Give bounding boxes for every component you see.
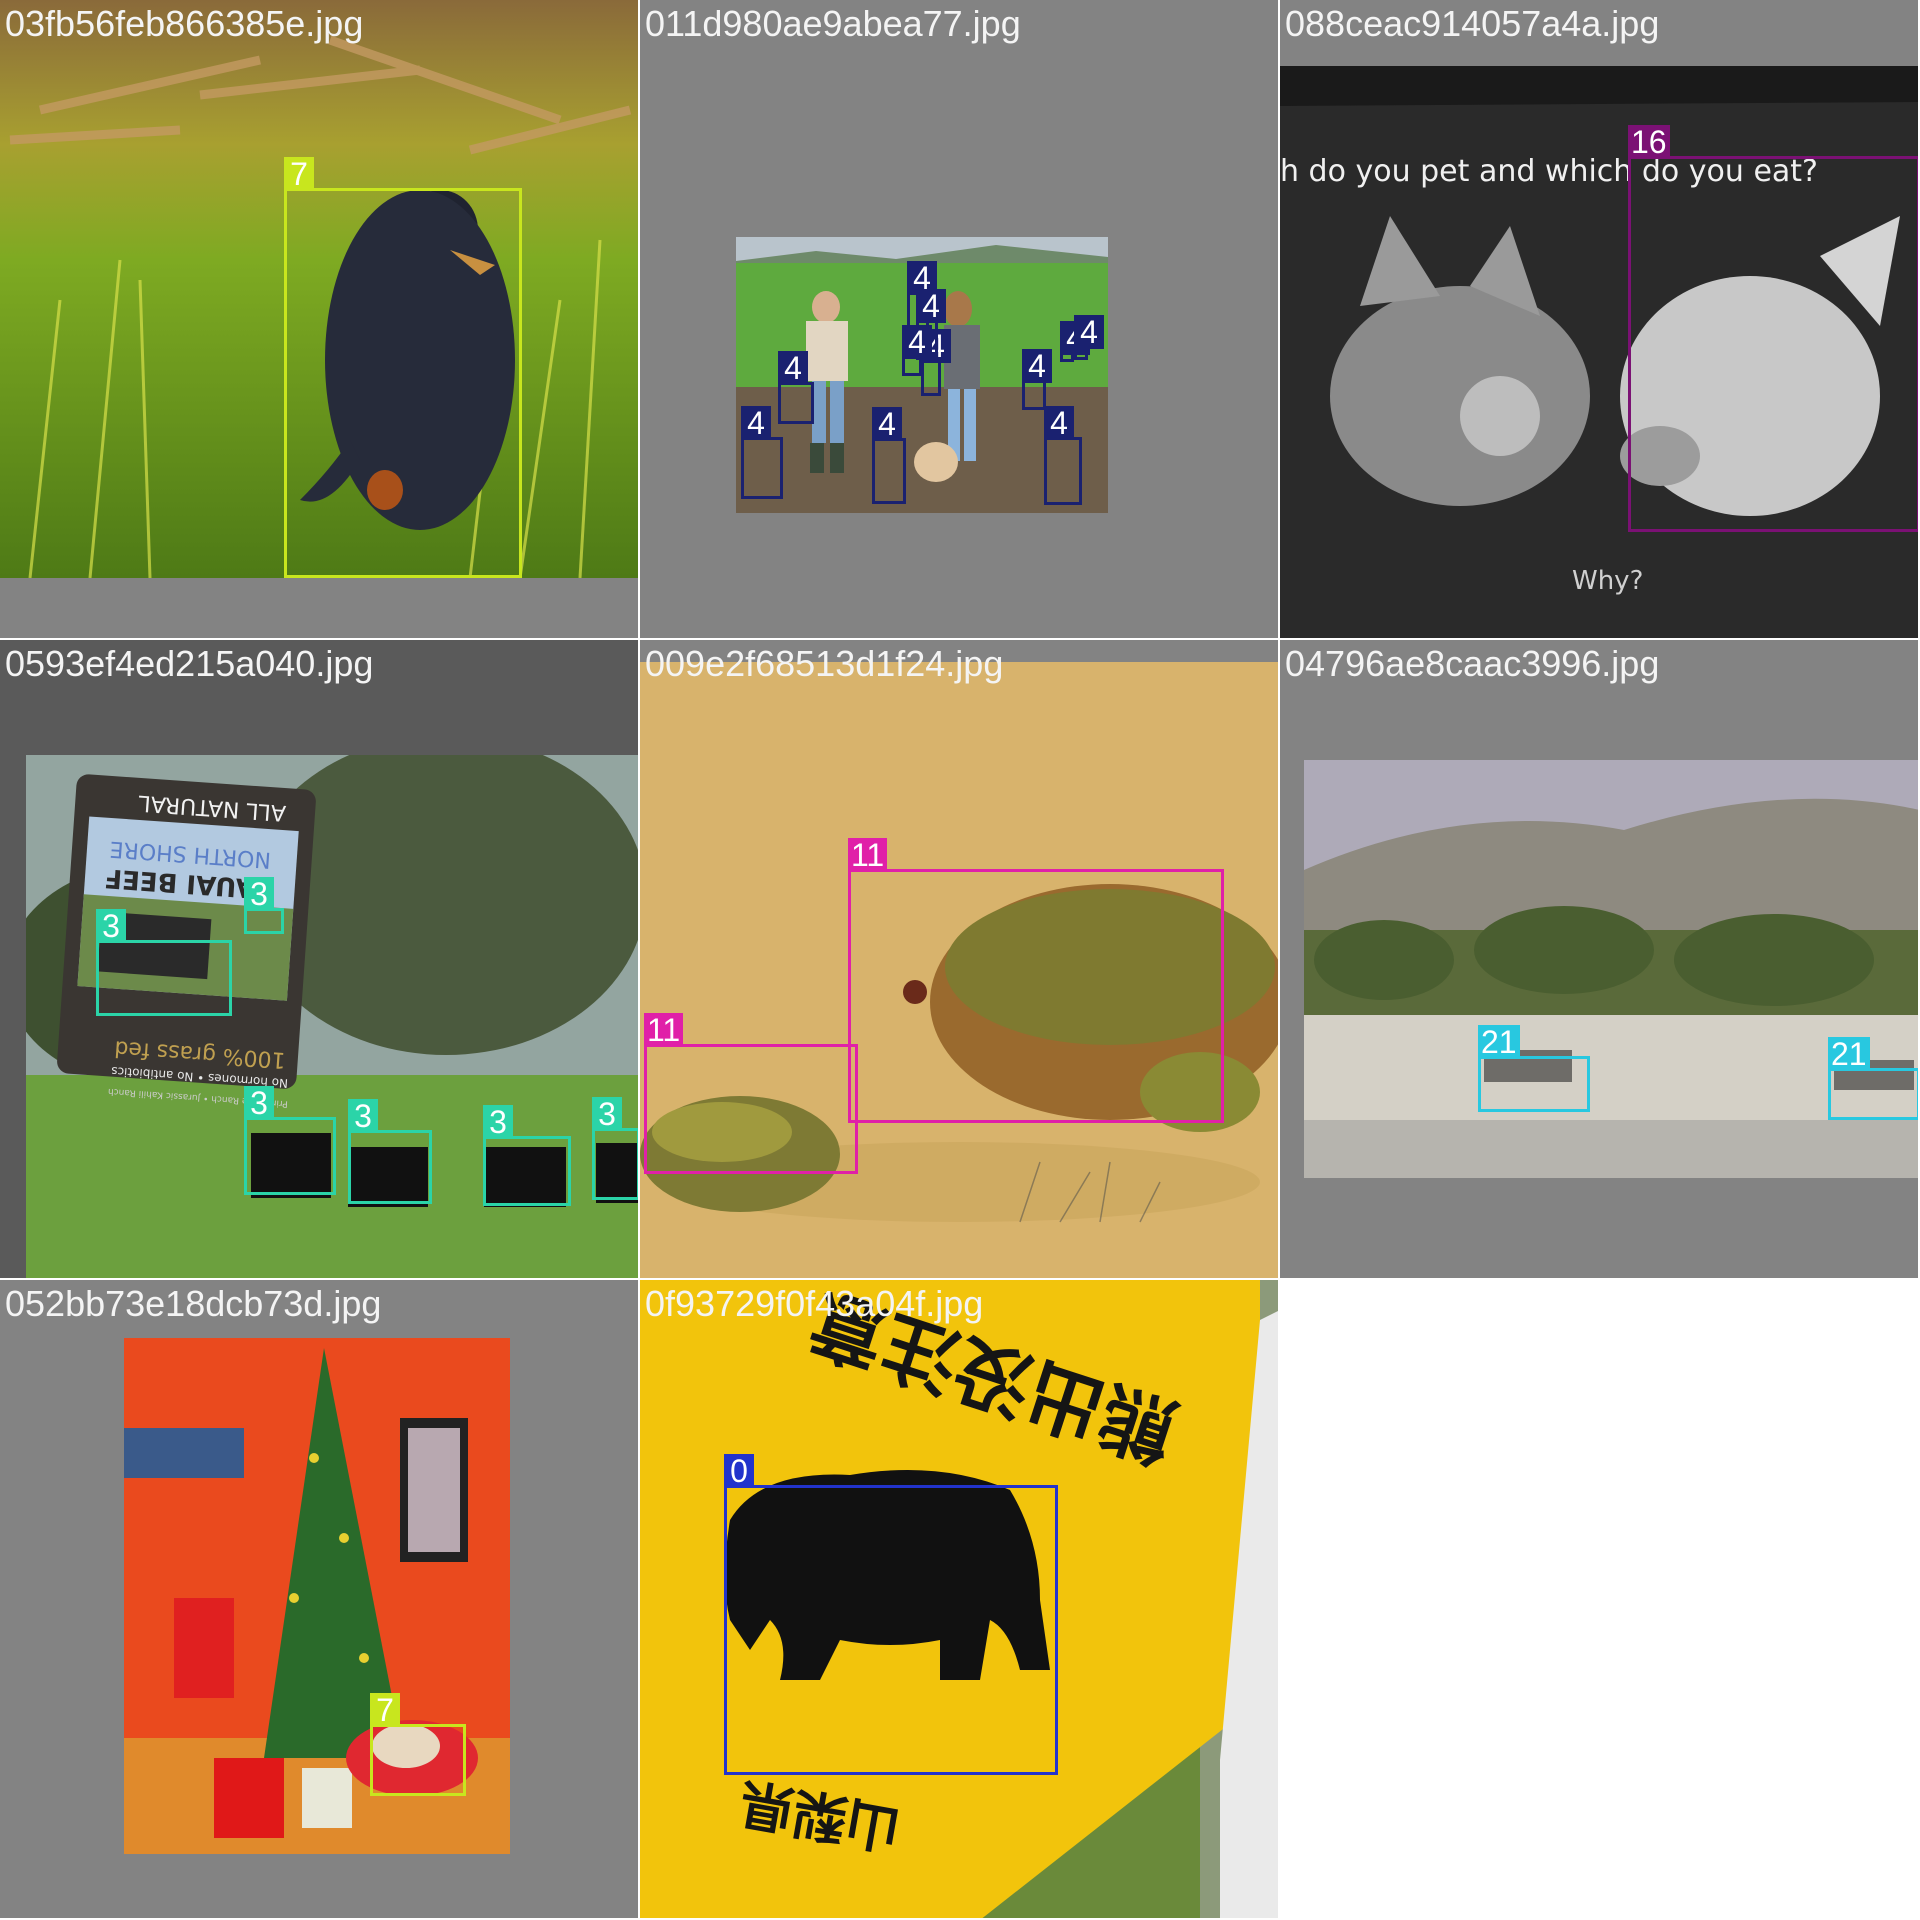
- tile-filename: 0f93729f0f43a04f.jpg: [645, 1283, 984, 1324]
- bounding-box: 4: [778, 351, 814, 424]
- box-label: 3: [244, 1086, 274, 1120]
- box-label: 4: [902, 325, 932, 359]
- bounding-box: 3: [592, 1097, 638, 1200]
- box-label: 4: [872, 407, 902, 441]
- bounding-box: 3: [244, 1086, 336, 1195]
- bounding-box: 7: [284, 157, 522, 578]
- tile-filename: 009e2f68513d1f24.jpg: [645, 643, 1004, 684]
- tile-filename: 011d980ae9abea77.jpg: [645, 3, 1021, 44]
- tile-empty: [1280, 1280, 1920, 1920]
- tile-cat-and-pig-poster: h do you pet and which do you eat? Why? …: [1280, 0, 1920, 640]
- box-label: 7: [370, 1693, 400, 1727]
- bounding-box: 3: [244, 877, 284, 934]
- box-label: 4: [778, 351, 808, 385]
- tile-filename: 03fb56feb866385e.jpg: [5, 3, 364, 44]
- bounding-box: 4: [872, 407, 906, 504]
- box-label: 7: [284, 157, 314, 191]
- box-label: 4: [741, 406, 771, 440]
- tile-filename: 0593ef4ed215a040.jpg: [5, 643, 374, 684]
- box-label: 21: [1828, 1037, 1870, 1071]
- tile-frog-illustration: 11 11 009e2f68513d1f24.jpg: [640, 640, 1280, 1280]
- box-label: 16: [1628, 125, 1670, 159]
- bounding-box: 21: [1828, 1037, 1918, 1120]
- box-label: 11: [848, 838, 888, 872]
- tile-christmas-tree-dog: 7 052bb73e18dcb73d.jpg: [0, 1280, 640, 1920]
- bounding-box: 3: [96, 909, 232, 1016]
- tile-bear-warning-sign: 熊出没注意 山梨県 0 0f93729f0f43a04f.jpg: [640, 1280, 1280, 1920]
- tile-filename: 088ceac914057a4a.jpg: [1285, 3, 1660, 44]
- box-label: 3: [96, 909, 126, 943]
- bounding-box: 11: [644, 1013, 858, 1174]
- bounding-box: 4: [1074, 315, 1104, 360]
- bounding-box: 4: [921, 329, 951, 396]
- bounding-box: 4: [902, 325, 932, 376]
- bounding-box: 4: [1022, 349, 1052, 410]
- tile-zebras-savanna: 21 21 04796ae8caac3996.jpg: [1280, 640, 1920, 1280]
- bounding-box: 3: [483, 1105, 571, 1206]
- box-label: 4: [1074, 315, 1104, 349]
- box-label: 3: [348, 1099, 378, 1133]
- box-label: 4: [1022, 349, 1052, 383]
- bounding-box: 0: [724, 1454, 1058, 1775]
- box-label: 21: [1478, 1025, 1520, 1059]
- mosaic-grid: 7 03fb56feb866385e.jpg 4 4 4 4 4 4 4 4 4…: [0, 0, 1920, 1920]
- box-label: 11: [644, 1013, 684, 1047]
- box-label: 3: [483, 1105, 513, 1139]
- tile-dog-in-grass: 7 03fb56feb866385e.jpg: [0, 0, 640, 640]
- box-label: 3: [592, 1097, 622, 1131]
- tile-filename: 052bb73e18dcb73d.jpg: [5, 1283, 382, 1324]
- box-label: 4: [916, 289, 946, 323]
- tile-farm-chickens: 4 4 4 4 4 4 4 4 4 4 4 011d980ae: [640, 0, 1280, 640]
- box-label: 3: [244, 877, 274, 911]
- tile-cattle-beef-sign: ALL NATURAL NORTH SHORE KAUAI BEEF 100% …: [0, 640, 640, 1280]
- box-label: 4: [1044, 406, 1074, 440]
- bounding-box: 4: [1044, 406, 1082, 505]
- tile-filename: 04796ae8caac3996.jpg: [1285, 643, 1660, 684]
- bounding-box: 7: [370, 1693, 466, 1796]
- bounding-box: 11: [848, 838, 1224, 1123]
- box-label: 0: [724, 1454, 754, 1488]
- bounding-box: 4: [741, 406, 783, 499]
- bounding-box: 4: [1060, 321, 1090, 362]
- bounding-box: 21: [1478, 1025, 1590, 1112]
- bounding-box: 3: [348, 1099, 432, 1204]
- poster-text-bottom: Why?: [1572, 566, 1644, 596]
- bounding-box: 16: [1628, 125, 1918, 532]
